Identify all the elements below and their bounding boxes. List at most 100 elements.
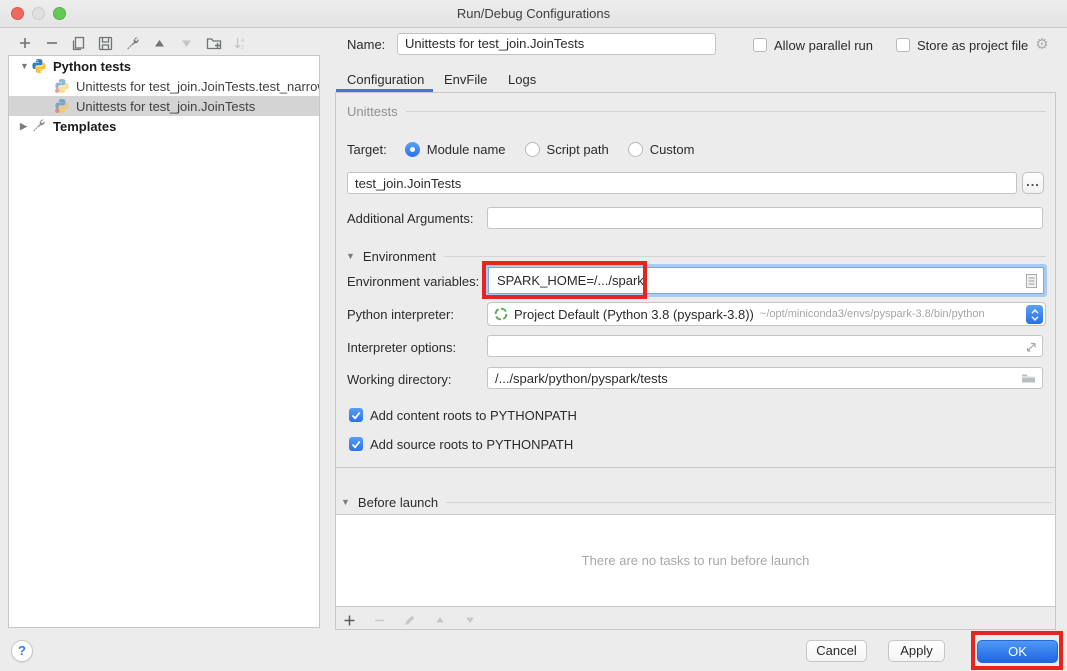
before-launch-group-header: ▼ Before launch xyxy=(341,494,1052,510)
close-window-button[interactable] xyxy=(11,7,24,20)
tree-item-unittests-test-narrow[interactable]: Unittests for test_join.JoinTests.test_n… xyxy=(9,76,319,96)
module-name-radio-label: Module name xyxy=(427,142,506,157)
copy-icon[interactable] xyxy=(70,35,87,52)
add-icon[interactable] xyxy=(341,612,358,629)
store-as-project-file-checkbox[interactable] xyxy=(896,38,910,52)
target-label: Target: xyxy=(347,142,387,157)
move-up-icon xyxy=(431,612,448,629)
environment-group-label: Environment xyxy=(363,249,436,264)
environment-variables-label: Environment variables: xyxy=(347,273,479,291)
collapse-triangle-icon[interactable]: ▼ xyxy=(346,251,355,261)
add-content-roots-label: Add content roots to PYTHONPATH xyxy=(370,408,577,423)
move-down-icon xyxy=(178,35,195,52)
tree-item-templates[interactable]: ▶ Templates xyxy=(9,116,319,136)
window-title: Run/Debug Configurations xyxy=(0,0,1067,28)
wrench-icon xyxy=(31,118,47,134)
browse-variables-icon[interactable] xyxy=(1026,274,1037,288)
tree-item-python-tests[interactable]: ▼ Python tests xyxy=(9,56,319,76)
working-directory-input[interactable]: /.../spark/python/pyspark/tests xyxy=(487,367,1043,389)
add-icon[interactable] xyxy=(16,35,33,52)
environment-group-header: ▼ Environment xyxy=(346,248,1046,264)
working-directory-label: Working directory: xyxy=(347,371,452,389)
module-name-radio[interactable] xyxy=(405,142,420,157)
title-bar: Run/Debug Configurations xyxy=(0,0,1067,28)
custom-radio-label: Custom xyxy=(650,142,695,157)
target-row: Target: Module name Script path Custom xyxy=(347,140,694,158)
remove-icon xyxy=(371,612,388,629)
additional-arguments-input[interactable] xyxy=(487,207,1043,229)
group-divider-line xyxy=(406,111,1046,112)
annotation-ok-button xyxy=(971,631,1063,670)
script-path-radio[interactable] xyxy=(525,142,540,157)
python-test-icon xyxy=(54,98,70,114)
gear-icon[interactable]: ⚙ xyxy=(1035,38,1048,52)
name-value: Unittests for test_join.JoinTests xyxy=(405,36,584,51)
move-up-icon[interactable] xyxy=(151,35,168,52)
tab-logs[interactable]: Logs xyxy=(508,71,536,89)
remove-icon[interactable] xyxy=(43,35,60,52)
tree-item-label: Templates xyxy=(53,119,116,134)
before-launch-empty-text: There are no tasks to run before launch xyxy=(582,553,810,568)
tree-item-unittests-jointests-selected[interactable]: Unittests for test_join.JoinTests xyxy=(9,96,319,116)
allow-parallel-run-checkbox-row: Allow parallel run xyxy=(753,37,873,53)
allow-parallel-run-label: Allow parallel run xyxy=(774,38,873,53)
python-icon xyxy=(31,58,47,74)
edit-icon xyxy=(401,612,418,629)
tab-envfile[interactable]: EnvFile xyxy=(444,71,487,89)
expand-field-icon[interactable] xyxy=(1024,340,1036,352)
python-interpreter-select[interactable]: Project Default (Python 3.8 (pyspark-3.8… xyxy=(487,302,1046,326)
interpreter-options-input[interactable] xyxy=(487,335,1043,357)
cancel-button[interactable]: Cancel xyxy=(806,640,867,662)
name-input[interactable]: Unittests for test_join.JoinTests xyxy=(397,33,716,55)
dropdown-stepper-icon[interactable] xyxy=(1026,305,1043,324)
annotation-environment-variables xyxy=(482,261,647,299)
store-as-project-file-label: Store as project file xyxy=(917,38,1028,53)
tree-item-label: Python tests xyxy=(53,59,131,74)
tab-configuration[interactable]: Configuration xyxy=(347,71,424,89)
configurations-tree: ▼ Python tests Unittests for test_join.J… xyxy=(8,55,320,628)
unittests-group-header: Unittests xyxy=(347,103,1046,119)
edit-templates-icon[interactable] xyxy=(124,35,141,52)
add-source-roots-row: Add source roots to PYTHONPATH xyxy=(349,436,573,452)
folder-icon[interactable] xyxy=(1021,372,1036,384)
move-down-icon xyxy=(461,612,478,629)
configuration-section-divider xyxy=(335,467,1056,468)
add-source-roots-checkbox[interactable] xyxy=(349,437,363,451)
target-value: test_join.JoinTests xyxy=(355,176,461,191)
add-content-roots-checkbox[interactable] xyxy=(349,408,363,422)
collapse-triangle-icon[interactable]: ▼ xyxy=(341,497,350,507)
working-directory-value: /.../spark/python/pyspark/tests xyxy=(495,371,668,386)
name-label: Name: xyxy=(347,36,385,54)
svg-text:a: a xyxy=(241,38,245,44)
add-content-roots-row: Add content roots to PYTHONPATH xyxy=(349,407,577,423)
python-interpreter-value: Project Default (Python 3.8 (pyspark-3.8… xyxy=(514,307,754,322)
chevron-down-icon[interactable]: ▼ xyxy=(20,61,31,71)
add-source-roots-label: Add source roots to PYTHONPATH xyxy=(370,437,573,452)
tree-item-label: Unittests for test_join.JoinTests.test_n… xyxy=(76,79,319,94)
active-tab-indicator xyxy=(336,89,433,92)
new-folder-icon[interactable] xyxy=(205,35,222,52)
help-button[interactable]: ? xyxy=(11,640,33,662)
tree-item-label: Unittests for test_join.JoinTests xyxy=(76,99,255,114)
before-launch-task-list[interactable]: There are no tasks to run before launch xyxy=(336,514,1055,607)
chevron-right-icon[interactable]: ▶ xyxy=(20,121,31,132)
zoom-window-button[interactable] xyxy=(53,7,66,20)
sort-alphabetically-icon: az xyxy=(232,35,249,52)
before-launch-group-label: Before launch xyxy=(358,495,438,510)
conda-environment-icon xyxy=(494,307,508,321)
allow-parallel-run-checkbox[interactable] xyxy=(753,38,767,52)
target-input[interactable]: test_join.JoinTests xyxy=(347,172,1017,194)
apply-button[interactable]: Apply xyxy=(888,640,945,662)
group-divider-line xyxy=(446,502,1052,503)
custom-radio[interactable] xyxy=(628,142,643,157)
before-launch-toolbar xyxy=(341,611,478,629)
script-path-radio-label: Script path xyxy=(547,142,609,157)
window-controls xyxy=(11,7,66,20)
unittests-group-label: Unittests xyxy=(347,104,398,119)
python-interpreter-label: Python interpreter: xyxy=(347,306,454,324)
group-divider-line xyxy=(444,256,1046,257)
browse-target-button[interactable]: ... xyxy=(1022,172,1044,194)
minimize-window-button xyxy=(32,7,45,20)
save-icon[interactable] xyxy=(97,35,114,52)
configurations-toolbar: az xyxy=(16,33,249,53)
